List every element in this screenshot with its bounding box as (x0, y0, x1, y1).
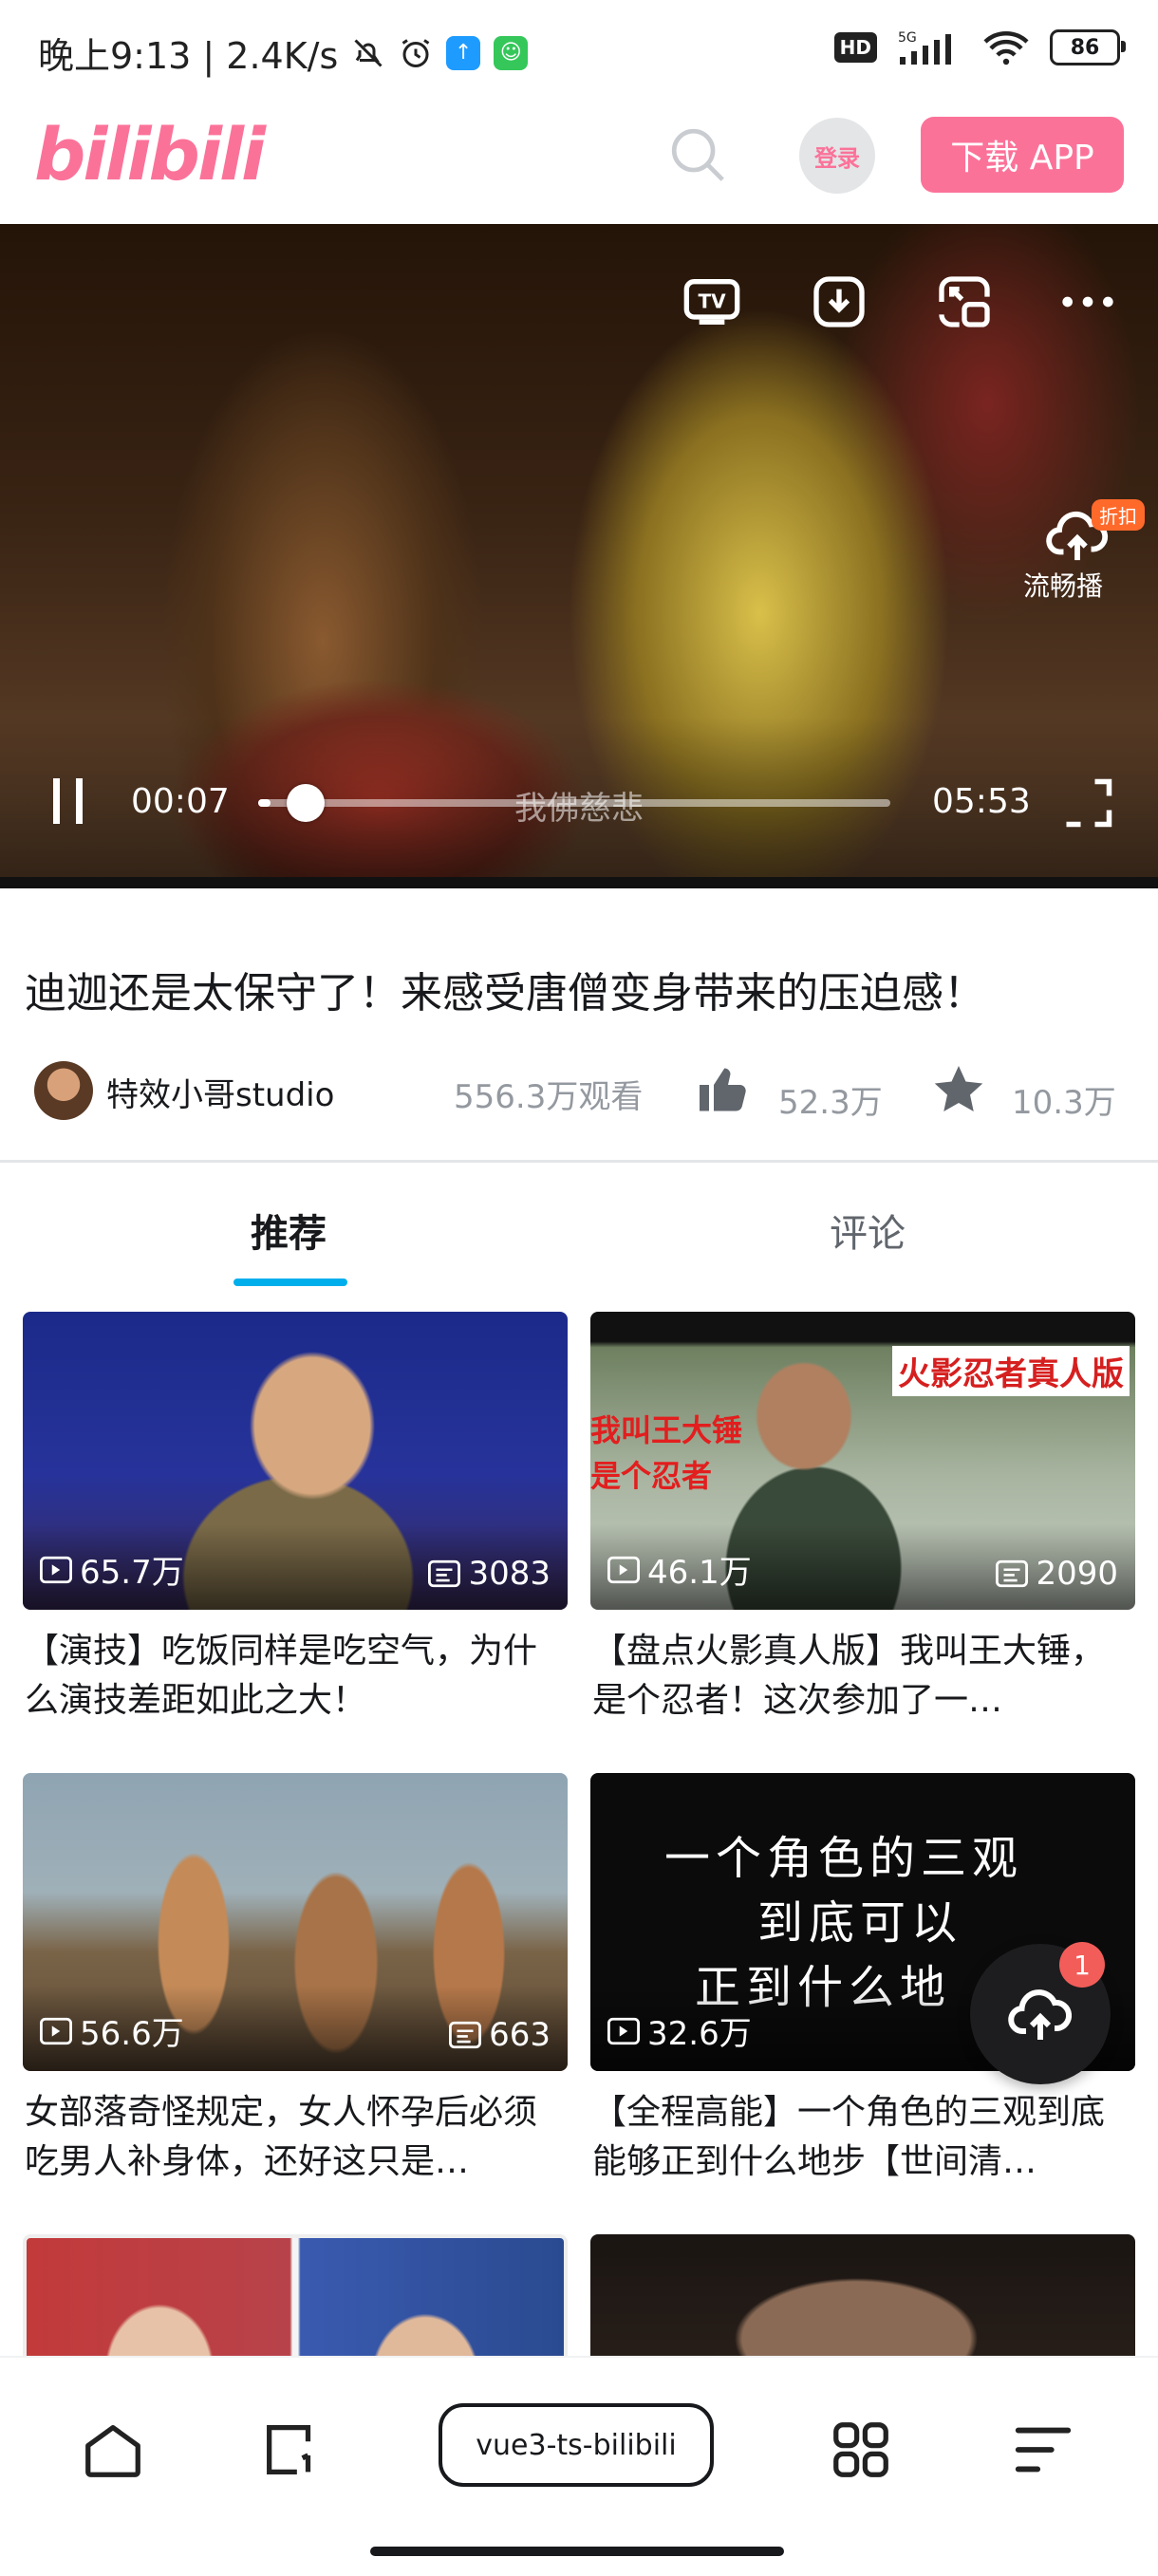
video-thumbnail[interactable]: 56.6万 663 (23, 1773, 568, 2071)
smooth-play-label: 流畅播 (1022, 570, 1103, 602)
video-thumbnail[interactable] (23, 2234, 568, 2356)
card-title[interactable]: 【演技】吃饭同样是吃空气，为什么演技差距如此之大！ (25, 1627, 566, 1726)
danmaku-count-value: 2090 (1036, 1555, 1118, 1593)
star-icon[interactable] (930, 1061, 987, 1118)
danmaku-count-value: 663 (489, 2016, 551, 2054)
tab-switcher-icon[interactable] (258, 2417, 325, 2483)
play-count: 65.7万 (40, 1546, 184, 1593)
video-thumbnail[interactable]: 火影忍者真人版 我叫王大锤 是个忍者 46.1万 2090 (590, 1312, 1135, 1610)
current-app-pill[interactable]: vue3-ts-bilibili (439, 2403, 714, 2487)
video-meta: 特效小哥studio 556.3万观看 52.3万 10.3万 (34, 1061, 1135, 1128)
favorite-count: 10.3万 (1012, 1084, 1116, 1122)
danmaku-icon (428, 1559, 461, 1588)
picture-in-picture-icon[interactable] (934, 271, 995, 332)
progress-bar[interactable] (258, 784, 890, 822)
upload-fab-button[interactable]: 1 (970, 1942, 1111, 2084)
thumb-overlay-left-1: 我叫王大锤 (590, 1412, 743, 1448)
play-count: 32.6万 (607, 2007, 752, 2054)
danmaku-count-value: 3083 (468, 1555, 551, 1593)
battery-icon: 86 (1050, 29, 1126, 65)
video-thumbnail[interactable]: 65.7万 3083 (23, 1312, 568, 1610)
play-count: 46.1万 (607, 1546, 752, 1593)
play-count-value: 46.1万 (647, 1554, 752, 1592)
cloud-upload-icon (1008, 1989, 1072, 2040)
play-count-value: 65.7万 (80, 1554, 184, 1592)
site-header: bilibili 登录 下载 APP (0, 104, 1158, 224)
like-count: 52.3万 (778, 1084, 883, 1122)
video-card[interactable]: 65.7万 3083 【演技】吃饭同样是吃空气，为什么演技差距如此之大！ (23, 1312, 568, 1739)
fullscreen-icon[interactable] (1059, 775, 1116, 831)
total-time: 05:53 (932, 782, 1031, 821)
video-card[interactable]: 火影忍者真人版 我叫王大锤 是个忍者 46.1万 2090 【盘点火影真人版】我… (590, 1312, 1135, 1739)
status-right: HD 5G 86 (833, 28, 1126, 66)
video-thumbnail[interactable] (590, 2234, 1135, 2356)
thumb-overlay-line-1: 一个角色的三观 (664, 1832, 1024, 1885)
video-card[interactable] (23, 2234, 568, 2356)
svg-text:TV: TV (698, 290, 726, 313)
danmaku-count: 3083 (428, 1555, 551, 1593)
play-count-value: 32.6万 (647, 2015, 752, 2053)
danmaku-count: 2090 (996, 1555, 1118, 1593)
card-title[interactable]: 【全程高能】一个角色的三观到底能够正到什么地步【世间清… (592, 2088, 1133, 2187)
apps-grid-icon[interactable] (828, 2417, 894, 2483)
wifi-icon (983, 31, 1029, 65)
like-icon[interactable] (695, 1061, 752, 1118)
notification-badge: 1 (1059, 1942, 1105, 1988)
bilibili-logo[interactable]: bilibili (34, 112, 266, 196)
play-icon (607, 1556, 640, 1583)
player-bottom-bar (0, 877, 1158, 888)
tab-comments[interactable]: 评论 (830, 1203, 906, 1258)
search-icon[interactable] (664, 121, 731, 188)
app-bot-icon: ☺ (494, 35, 529, 70)
thumb-overlay-line-2: 到底可以 (757, 1896, 963, 1950)
danmaku-icon (449, 2021, 482, 2049)
video-card[interactable] (590, 2234, 1135, 2356)
tab-indicator (233, 1279, 347, 1286)
bell-off-icon (354, 38, 383, 67)
home-icon[interactable] (80, 2417, 146, 2483)
menu-icon[interactable] (1010, 2417, 1076, 2483)
video-card[interactable]: 56.6万 663 女部落奇怪规定，女人怀孕后必须吃男人补身体，还好这只是… (23, 1773, 568, 2200)
smooth-play-toggle[interactable]: 折扣 流畅播 (1023, 499, 1158, 613)
view-count: 556.3万观看 (454, 1078, 644, 1116)
status-bar: 晚上9:13 | 2.4K/s ↑ ☺ HD 5G 86 (0, 0, 1158, 104)
video-player[interactable]: TV 折扣 流畅播 00:07 我佛慈悲 05:53 (0, 224, 1158, 888)
login-button[interactable]: 登录 (799, 118, 875, 194)
play-icon (40, 2017, 72, 2044)
card-title[interactable]: 【盘点火影真人版】我叫王大锤，是个忍者！这次参加了一… (592, 1627, 1133, 1726)
tv-icon[interactable]: TV (682, 271, 742, 332)
progress-knob[interactable] (287, 784, 325, 822)
recommend-list: 65.7万 3083 【演技】吃饭同样是吃空气，为什么演技差距如此之大！ 火影忍… (0, 1312, 1158, 2356)
bottom-navigation: vue3-ts-bilibili (0, 2356, 1158, 2576)
play-count: 56.6万 (40, 2007, 184, 2054)
network-label: 5G (898, 30, 917, 46)
hd-badge: HD (833, 32, 877, 63)
tab-recommend[interactable]: 推荐 (251, 1203, 327, 1258)
author-name[interactable]: 特效小哥studio (106, 1069, 334, 1115)
danmaku-icon (996, 1559, 1029, 1588)
author-avatar[interactable] (34, 1061, 93, 1120)
thumb-overlay-left-2: 是个忍者 (590, 1458, 713, 1494)
play-count-value: 56.6万 (80, 2015, 184, 2053)
download-icon[interactable] (809, 271, 869, 332)
alarm-icon (402, 38, 430, 67)
status-time-speed: 晚上9:13 | 2.4K/s (38, 35, 339, 77)
home-indicator[interactable] (370, 2547, 784, 2556)
app-upload-icon: ↑ (446, 35, 481, 70)
card-title[interactable]: 女部落奇怪规定，女人怀孕后必须吃男人补身体，还好这只是… (25, 2088, 566, 2187)
signal-icon: 5G (898, 30, 951, 65)
play-icon (40, 1556, 72, 1583)
discount-badge: 折扣 (1092, 499, 1145, 531)
play-icon (607, 2017, 640, 2044)
progress-fill (258, 799, 271, 807)
more-icon[interactable] (1057, 271, 1118, 332)
danmaku-count: 663 (449, 2016, 551, 2054)
content-tabs: 推荐 评论 (0, 1163, 1158, 1286)
video-title: 迪迦还是太保守了！来感受唐僧变身带来的压迫感！ (25, 969, 985, 1017)
thumb-overlay-top: 火影忍者真人版 (892, 1346, 1130, 1396)
status-left: 晚上9:13 | 2.4K/s ↑ ☺ (38, 27, 529, 79)
download-app-button[interactable]: 下载 APP (921, 117, 1124, 193)
